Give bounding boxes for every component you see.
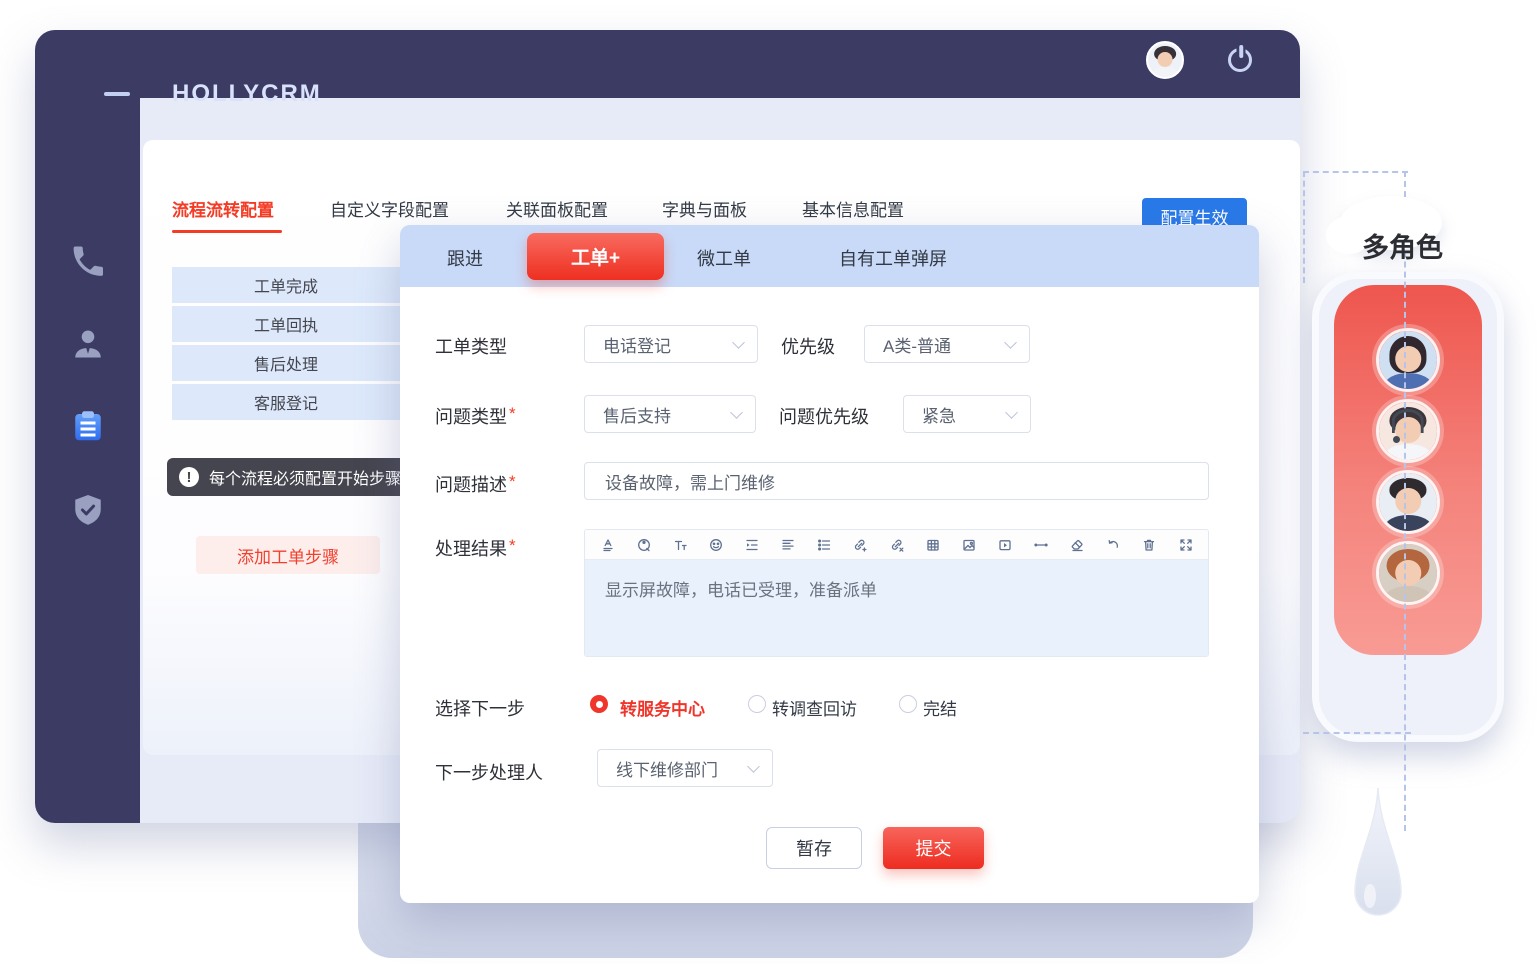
multi-role-panel bbox=[1312, 272, 1504, 742]
undo-icon[interactable] bbox=[1105, 536, 1122, 553]
role-pill bbox=[1334, 285, 1482, 655]
exclamation-icon: ! bbox=[179, 467, 199, 487]
dashed-line bbox=[1303, 171, 1408, 173]
specialist-avatar-icon bbox=[1379, 544, 1437, 602]
chevron-down-icon bbox=[732, 336, 745, 349]
agent-avatar-icon bbox=[1379, 331, 1437, 389]
avatar-face-icon bbox=[1148, 43, 1182, 77]
top-bar: HOLLYCRM bbox=[35, 30, 1300, 98]
workorder-icon[interactable] bbox=[70, 408, 106, 444]
video-icon[interactable] bbox=[996, 536, 1013, 553]
chevron-down-icon bbox=[1005, 406, 1018, 419]
user-avatar[interactable] bbox=[1146, 41, 1184, 79]
left-rail bbox=[35, 98, 140, 823]
link-add-icon[interactable] bbox=[852, 536, 869, 553]
fullscreen-icon[interactable] bbox=[1177, 536, 1194, 553]
issue-desc-label: 问题描述* bbox=[435, 471, 516, 497]
image-icon[interactable] bbox=[960, 536, 977, 553]
phone-icon[interactable] bbox=[70, 243, 106, 279]
eraser-icon[interactable] bbox=[1069, 536, 1086, 553]
chevron-down-icon bbox=[730, 406, 743, 419]
editor-content[interactable]: 显示屏故障，电话已受理，准备派单 bbox=[585, 560, 1208, 656]
power-icon[interactable] bbox=[1228, 46, 1254, 72]
tab-basic-info[interactable]: 基本信息配置 bbox=[802, 196, 904, 221]
ticket-modal: 跟进 工单+ 微工单 自有工单弹屏 工单类型 电话登记 优先级 A类-普通 问题… bbox=[400, 225, 1259, 903]
tab-own-ticket-popup[interactable]: 自有工单弹屏 bbox=[839, 245, 947, 271]
submit-button[interactable]: 提交 bbox=[883, 827, 984, 869]
radio-finish-label[interactable]: 完结 bbox=[923, 695, 957, 720]
next-handler-label: 下一步处理人 bbox=[435, 759, 543, 785]
issue-type-select[interactable]: 售后支持 bbox=[584, 395, 756, 433]
brand-logo: HOLLYCRM bbox=[172, 80, 322, 108]
chevron-down-icon bbox=[747, 760, 760, 773]
shield-icon[interactable] bbox=[70, 492, 106, 528]
priority-select[interactable]: A类-普通 bbox=[864, 325, 1030, 363]
manager-avatar-icon bbox=[1379, 473, 1437, 531]
required-asterisk: * bbox=[509, 536, 516, 555]
issue-type-label: 问题类型* bbox=[435, 403, 516, 429]
emoji-icon[interactable] bbox=[707, 536, 724, 553]
editor-toolbar bbox=[585, 530, 1208, 560]
link-remove-icon[interactable] bbox=[888, 536, 905, 553]
issue-priority-label: 问题优先级 bbox=[779, 403, 869, 429]
radio-survey-callback[interactable] bbox=[748, 695, 766, 713]
tab-dictionary[interactable]: 字典与面板 bbox=[662, 196, 747, 221]
required-asterisk: * bbox=[509, 472, 516, 491]
chevron-down-icon bbox=[1004, 336, 1017, 349]
delete-icon[interactable] bbox=[1141, 536, 1158, 553]
result-label: 处理结果* bbox=[435, 535, 516, 561]
table-icon[interactable] bbox=[924, 536, 941, 553]
role-avatar[interactable] bbox=[1376, 399, 1440, 463]
tab-process-flow[interactable]: 流程流转配置 bbox=[172, 196, 274, 221]
headset-agent-avatar-icon bbox=[1379, 402, 1437, 460]
contacts-icon[interactable] bbox=[70, 326, 106, 362]
multi-role-caption: 多角色 bbox=[1362, 226, 1443, 265]
palette-icon[interactable] bbox=[635, 536, 652, 553]
modal-tab-bar: 跟进 工单+ 微工单 自有工单弹屏 bbox=[400, 225, 1259, 287]
dashed-line bbox=[1303, 171, 1305, 283]
radio-service-center[interactable] bbox=[590, 695, 608, 713]
radio-finish[interactable] bbox=[899, 695, 917, 713]
tooltip-text: 每个流程必须配置开始步骤 bbox=[209, 465, 401, 489]
indent-icon[interactable] bbox=[744, 536, 761, 553]
tab-follow-up[interactable]: 跟进 bbox=[447, 245, 483, 271]
radio-service-center-label[interactable]: 转服务中心 bbox=[620, 695, 705, 720]
next-step-label: 选择下一步 bbox=[435, 695, 525, 721]
tab-ticket-plus[interactable]: 工单+ bbox=[527, 233, 664, 280]
ticket-type-select[interactable]: 电话登记 bbox=[584, 325, 758, 363]
divider-icon[interactable] bbox=[1033, 536, 1050, 553]
role-avatar[interactable] bbox=[1376, 328, 1440, 392]
bullet-list-icon[interactable] bbox=[816, 536, 833, 553]
ticket-type-label: 工单类型 bbox=[435, 333, 507, 359]
font-underline-icon[interactable] bbox=[599, 536, 616, 553]
next-handler-select[interactable]: 线下维修部门 bbox=[597, 749, 773, 787]
active-tab-underline bbox=[172, 230, 282, 233]
role-avatar[interactable] bbox=[1376, 541, 1440, 605]
tab-linked-panel[interactable]: 关联面板配置 bbox=[506, 196, 608, 221]
page: HOLLYCRM bbox=[0, 0, 1537, 964]
tab-micro-ticket[interactable]: 微工单 bbox=[697, 245, 751, 271]
priority-label: 优先级 bbox=[781, 333, 835, 359]
save-draft-button[interactable]: 暂存 bbox=[766, 827, 862, 869]
dashed-line bbox=[1303, 732, 1411, 734]
issue-desc-input[interactable]: 设备故障，需上门维修 bbox=[584, 462, 1209, 500]
role-avatar[interactable] bbox=[1376, 470, 1440, 534]
add-step-button[interactable]: 添加工单步骤 bbox=[196, 536, 380, 574]
align-left-icon[interactable] bbox=[780, 536, 797, 553]
required-asterisk: * bbox=[509, 404, 516, 423]
radio-survey-callback-label[interactable]: 转调查回访 bbox=[772, 695, 857, 720]
droplet-decoration bbox=[1350, 788, 1406, 943]
tab-custom-fields[interactable]: 自定义字段配置 bbox=[330, 196, 449, 221]
font-size-icon[interactable] bbox=[671, 536, 688, 553]
issue-priority-select[interactable]: 紧急 bbox=[903, 395, 1031, 433]
rich-text-editor: 显示屏故障，电话已受理，准备派单 bbox=[584, 529, 1209, 657]
